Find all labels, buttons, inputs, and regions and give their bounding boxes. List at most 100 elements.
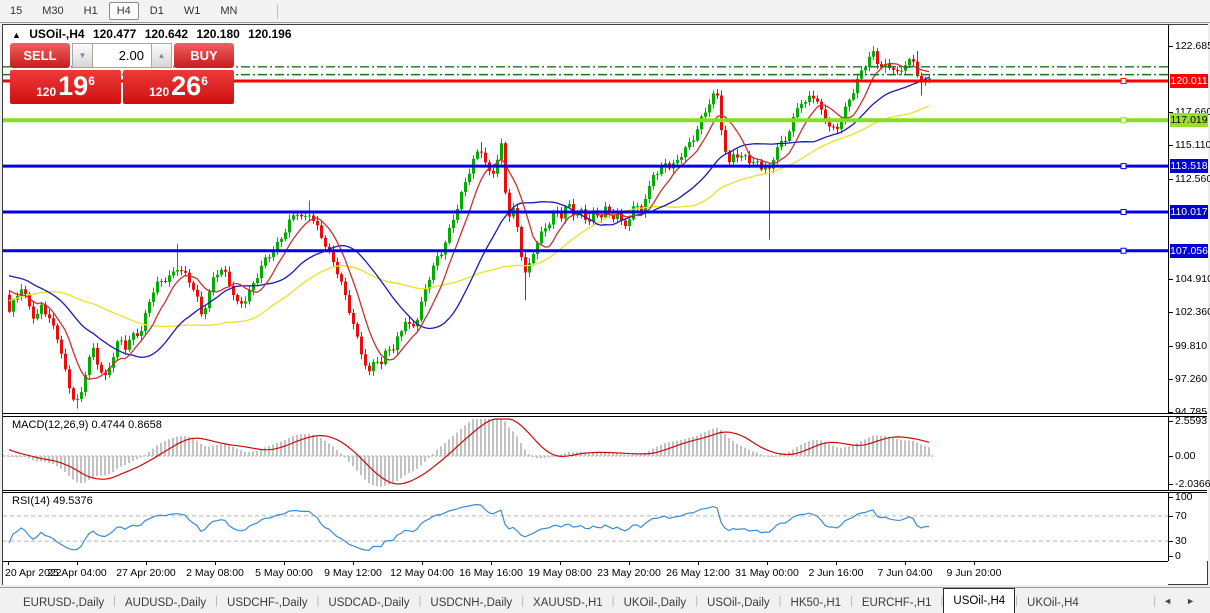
chart-tab-UKOilDaily[interactable]: UKOil-,Daily	[615, 592, 696, 613]
time-tick-mark	[422, 562, 423, 565]
macd-tick-mark	[1169, 484, 1173, 485]
price-tick-label: 104.910	[1175, 273, 1210, 285]
line-handle[interactable]	[1121, 79, 1126, 84]
time-label: 9 May 12:00	[324, 567, 382, 579]
price-line-badge: 120.011	[1170, 74, 1208, 88]
time-label: 2 Jun 16:00	[809, 567, 864, 579]
time-label: 7 Jun 04:00	[878, 567, 933, 579]
line-handle[interactable]	[1121, 248, 1126, 253]
price-tick-mark	[1169, 312, 1173, 313]
timeframe-button-D1[interactable]: D1	[141, 1, 173, 21]
volume-stepper: ▼ 2.00 ▲	[72, 43, 172, 68]
volume-decrease-button[interactable]: ▼	[72, 43, 93, 68]
price-tick-mark	[1169, 279, 1173, 280]
chart-tab-EURCHFH1[interactable]: EURCHF-,H1	[853, 592, 941, 613]
ohlc-high: 120.642	[145, 27, 188, 41]
price-tick-label: 122.685	[1175, 40, 1210, 52]
price-tick-label: 102.360	[1175, 306, 1210, 318]
collapse-panel-icon[interactable]: ▲	[12, 30, 21, 40]
chart-tab-USOilDaily[interactable]: USOil-,Daily	[698, 592, 779, 613]
time-tick-mark	[8, 562, 9, 565]
time-tick-mark	[215, 562, 216, 565]
triangle-up-icon: ▲	[158, 51, 166, 60]
ma-fast-line	[9, 64, 929, 380]
chart-tab-USOilH4[interactable]: USOil-,H4	[943, 588, 1015, 613]
price-tick-label: 99.810	[1175, 340, 1207, 352]
buy-price-display[interactable]: 120266	[123, 70, 234, 104]
sell-price-display[interactable]: 120196	[10, 70, 121, 104]
rsi-label: RSI(14) 49.5376	[12, 495, 93, 507]
chart-tab-EURUSDDaily[interactable]: EURUSD-,Daily	[14, 592, 113, 613]
time-label: 27 Apr 20:00	[116, 567, 176, 579]
rsi-tick-label: 70	[1175, 510, 1187, 522]
macd-label: MACD(12,26,9) 0.4744 0.8658	[12, 419, 162, 431]
time-label: 9 Jun 20:00	[947, 567, 1002, 579]
chart-tab-USDCADDaily[interactable]: USDCAD-,Daily	[319, 592, 418, 613]
timeframe-toolbar: 15M30H1H4D1W1MN	[0, 0, 1210, 23]
time-label: 12 May 04:00	[390, 567, 454, 579]
rsi-line	[9, 505, 929, 551]
pane-splitter[interactable]	[3, 413, 1207, 417]
chart-tab-AUDUSDDaily[interactable]: AUDUSD-,Daily	[116, 592, 215, 613]
time-tick-mark	[905, 562, 906, 565]
timeframe-button-H1[interactable]: H1	[75, 1, 107, 21]
time-label: 5 May 00:00	[255, 567, 313, 579]
chart-tab-USDCHFDaily[interactable]: USDCHF-,Daily	[218, 592, 317, 613]
chart-tab-UKOilH4[interactable]: UKOil-,H4	[1018, 592, 1088, 613]
rsi-tick-mark	[1169, 541, 1173, 542]
macd-tick-mark	[1169, 456, 1173, 457]
time-label: 2 May 08:00	[186, 567, 244, 579]
volume-increase-button[interactable]: ▲	[151, 43, 172, 68]
line-handle[interactable]	[1121, 209, 1126, 214]
tab-scroll-left-button[interactable]: ◄	[1156, 596, 1179, 606]
volume-input[interactable]: 2.00	[93, 43, 151, 68]
macd-tick-label: -2.0366	[1175, 478, 1210, 490]
buy-price-sup: 6	[201, 74, 208, 88]
price-tick-label: 112.560	[1175, 173, 1210, 185]
line-handle[interactable]	[1121, 118, 1126, 123]
one-click-trading-panel: SELL ▼ 2.00 ▲ BUY 120196 120266	[10, 43, 234, 104]
timeframe-button-M30[interactable]: M30	[33, 1, 72, 21]
time-tick-mark	[77, 562, 78, 565]
chart-tab-USDCNHDaily[interactable]: USDCNH-,Daily	[421, 592, 521, 613]
timeframe-button-H4[interactable]: H4	[109, 2, 139, 20]
time-label: 25 Apr 04:00	[47, 567, 107, 579]
price-line-badge: 110.017	[1170, 205, 1208, 219]
time-tick-mark	[767, 562, 768, 565]
chart-title: ▲ USOil-,H4 120.477 120.642 120.180 120.…	[12, 27, 297, 41]
time-tick-mark	[353, 562, 354, 565]
macd-tick-mark	[1169, 421, 1173, 422]
buy-price-prefix: 120	[149, 85, 169, 99]
ohlc-close: 120.196	[248, 27, 291, 41]
sell-button[interactable]: SELL	[10, 43, 70, 68]
price-tick-mark	[1169, 145, 1173, 146]
buy-price-big: 26	[171, 71, 201, 101]
price-tick-mark	[1169, 346, 1173, 347]
price-line-badge: 113.518	[1170, 159, 1208, 173]
time-tick-mark	[284, 562, 285, 565]
rsi-plot[interactable]	[3, 493, 1168, 561]
chart-tab-bar: EURUSD-,Daily|AUDUSD-,Daily|USDCHF-,Dail…	[0, 587, 1210, 613]
toolbar-separator	[277, 4, 278, 19]
chart-tab-XAUUSDH1[interactable]: XAUUSD-,H1	[524, 592, 612, 613]
timeframe-button-15[interactable]: 15	[1, 1, 31, 21]
ohlc-open: 120.477	[93, 27, 136, 41]
price-tick-label: 97.260	[1175, 373, 1207, 385]
ohlc-low: 120.180	[196, 27, 239, 41]
tab-scroll-right-button[interactable]: ►	[1179, 596, 1202, 606]
chart-tab-HK50H1[interactable]: HK50-,H1	[782, 592, 851, 613]
rsi-tick-mark	[1169, 497, 1173, 498]
time-tick-mark	[974, 562, 975, 565]
time-label: 19 May 08:00	[528, 567, 592, 579]
pane-splitter[interactable]	[3, 490, 1207, 493]
sell-price-sup: 6	[88, 74, 95, 88]
timeframe-button-MN[interactable]: MN	[211, 1, 246, 21]
time-label: 31 May 00:00	[735, 567, 799, 579]
macd-plot[interactable]	[3, 417, 1168, 490]
buy-button[interactable]: BUY	[174, 43, 234, 68]
time-tick-mark	[491, 562, 492, 565]
sell-price-prefix: 120	[36, 85, 56, 99]
timeframe-button-W1[interactable]: W1	[175, 1, 210, 21]
time-axis: 20 Apr 202225 Apr 04:0027 Apr 20:002 May…	[3, 561, 1168, 585]
line-handle[interactable]	[1121, 164, 1126, 169]
